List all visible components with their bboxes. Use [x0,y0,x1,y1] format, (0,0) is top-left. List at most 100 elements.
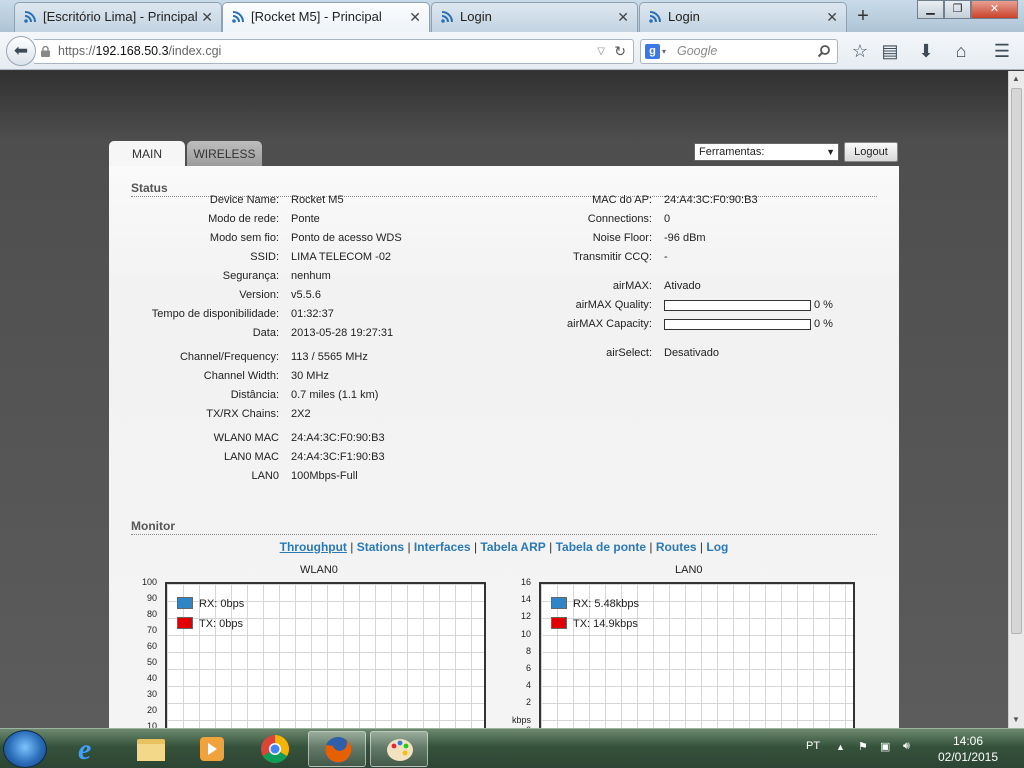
status-label: Data: [252,327,279,339]
browser-tab-login-1[interactable]: Login ✕ [431,2,638,32]
status-label: airSelect: [606,347,652,359]
web-page: MAIN WIRELESS Ferramentas: ▼ Logout Statu… [0,71,1008,728]
logout-button[interactable]: Logout [844,142,898,162]
close-icon[interactable]: ✕ [409,3,421,31]
home-icon[interactable]: ⌂ [950,40,972,62]
tab-label: [Rocket M5] - Principal [251,9,382,24]
status-label: Segurança: [222,270,279,282]
monitor-link-log[interactable]: Log [706,540,728,554]
browser-tab-escritorio[interactable]: [Escritório Lima] - Principal ✕ [14,2,222,32]
start-button[interactable] [3,730,47,768]
status-label: Modo de rede: [208,213,279,225]
graph-title-wlan0: WLAN0 [300,564,338,576]
chrome-taskbar-button[interactable] [246,731,304,767]
close-icon[interactable]: ✕ [826,3,838,31]
minimize-button[interactable]: ▁ [917,0,944,19]
status-value: 0.7 miles (1.1 km) [291,389,379,401]
level-bar [664,300,811,311]
vertical-scrollbar[interactable]: ▲ ▼ [1008,71,1024,728]
status-label: Connections: [587,213,652,225]
reload-icon[interactable]: ↻ [614,40,626,63]
status-label: WLAN0 MAC [213,432,279,444]
tab-label: [Escritório Lima] - Principal [43,9,198,24]
status-label: LAN0 [251,470,279,482]
show-hidden-icons-icon[interactable]: ▲ [836,742,845,752]
status-label: Distância: [230,389,279,401]
close-icon[interactable]: ✕ [201,3,213,31]
status-label: Version: [239,289,279,301]
search-input[interactable]: g ▾ Google [640,39,838,64]
close-icon[interactable]: ✕ [617,3,629,31]
status-value: Ponte [291,213,320,225]
firefox-taskbar-button[interactable] [308,731,366,767]
volume-icon[interactable]: 🔊︎ [903,740,910,753]
address-bar[interactable]: https://192.168.50.3/index.cgi ▽ ↻ [34,39,634,64]
y-tick-label: 8 [525,645,531,656]
maximize-button[interactable]: ❐ [944,0,971,19]
status-value: Rocket M5 [291,194,344,206]
legend-tx-label: TX: 14.9kbps [573,618,638,630]
legend-rx: RX: 0bps [177,597,244,610]
y-tick-label: 10 [520,628,531,639]
new-tab-button[interactable]: + [850,4,876,30]
status-label: LAN0 MAC [223,451,279,463]
status-value: Desativado [664,347,720,359]
rss-icon [649,11,661,23]
link-separator: | [473,540,478,554]
monitor-links: Throughput | Stations | Interfaces | Tab… [109,540,899,554]
status-value: 0 [664,213,671,225]
monitor-link-interfaces[interactable]: Interfaces [414,540,471,554]
rss-icon [232,11,244,23]
explorer-taskbar-button[interactable] [122,731,180,767]
search-engine-dropdown-icon[interactable]: ▾ [662,40,666,63]
svg-text:e: e [78,733,91,766]
scrollbar-thumb[interactable] [1011,88,1022,634]
monitor-link-throughput[interactable]: Throughput [280,540,347,554]
tab-label: Login [668,9,700,24]
status-value: nenhum [291,270,331,282]
monitor-link-stations[interactable]: Stations [357,540,404,554]
action-center-flag-icon[interactable]: ⚑ [858,740,868,753]
monitor-link-tabela-de-ponte[interactable]: Tabela de ponte [556,540,646,554]
history-dropdown-icon[interactable]: ▽ [597,40,605,63]
downloads-icon[interactable]: ⬇ [915,40,937,62]
ie-taskbar-button[interactable]: e [60,731,118,767]
status-label: Noise Floor: [592,232,652,244]
status-value: 100Mbps-Full [291,470,358,482]
paint-palette-icon [387,739,413,761]
firefox-icon [325,737,352,763]
graph-title-lan0: LAN0 [675,564,703,576]
monitor-link-tabela-arp[interactable]: Tabela ARP [480,540,545,554]
y-tick-label: 20 [146,705,157,715]
bookmarks-list-icon[interactable]: ▤ [879,40,901,62]
scroll-down-icon[interactable]: ▼ [1012,715,1020,724]
y-tick-label: 40 [146,673,157,683]
y-tick-label: 2 [525,697,531,708]
tab-main[interactable]: MAIN [109,141,185,167]
url-host: 192.168.50.3 [95,44,169,58]
tab-wireless[interactable]: WIRELESS [187,141,262,166]
media-player-taskbar-button[interactable] [184,731,242,767]
status-label: Channel Width: [203,370,279,382]
tab-label: Login [460,9,492,24]
tools-select[interactable]: Ferramentas: ▼ [694,143,839,161]
status-value: - [664,251,668,263]
network-icon[interactable]: ▣ [880,740,890,753]
paint-taskbar-button[interactable] [370,731,428,767]
menu-icon[interactable]: ☰ [991,40,1013,62]
language-indicator[interactable]: PT [806,740,820,752]
back-button[interactable]: ⬅ [6,36,36,66]
system-clock[interactable]: 14:06 02/01/2015 [930,733,1006,765]
browser-tab-rocket[interactable]: [Rocket M5] - Principal ✕ [222,2,430,32]
status-label: airMAX Quality: [575,299,652,311]
search-icon[interactable] [817,44,831,58]
legend-tx-label: TX: 0bps [199,618,244,630]
scroll-up-icon[interactable]: ▲ [1012,74,1020,83]
close-window-button[interactable]: ✕ [971,0,1018,19]
browser-tab-login-2[interactable]: Login ✕ [639,2,847,32]
status-label: MAC do AP: [592,194,652,206]
bookmark-star-icon[interactable]: ☆ [849,40,871,62]
monitor-link-routes[interactable]: Routes [656,540,697,554]
status-value: 01:32:37 [291,308,334,320]
status-value: Ativado [664,280,701,292]
